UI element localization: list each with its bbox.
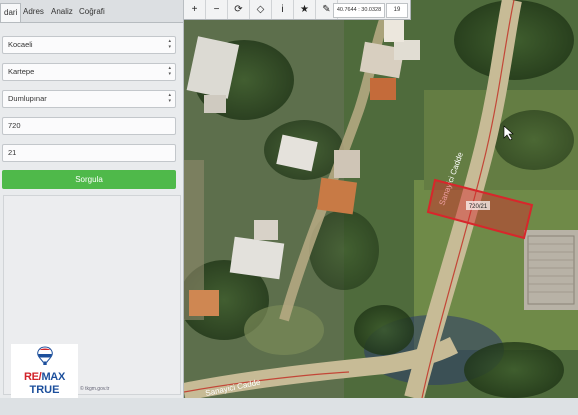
district-select[interactable]: Kartepe — [2, 63, 176, 81]
query-panel: dari Adres Analiz Coğrafi Kocaeli Kartep… — [0, 0, 184, 400]
info-button[interactable]: i — [272, 0, 294, 19]
coordinate-readout: 40.7644 : 30.0328 — [333, 3, 385, 18]
data-source-text: © tkgm.gov.tr — [80, 386, 110, 392]
locate-icon: ◇ — [256, 4, 265, 15]
remax-office-name: TRUE — [29, 384, 60, 396]
map-imagery[interactable]: Sanayici Cadde Sanayici Cadde 720/21 — [184, 0, 578, 398]
zoom-in-button[interactable]: + — [184, 0, 206, 19]
plus-icon: + — [191, 4, 198, 15]
refresh-button[interactable]: ⟳ — [228, 0, 250, 19]
locate-button[interactable]: ◇ — [250, 0, 272, 19]
parcel-label: 720/21 — [469, 204, 488, 210]
favorite-button[interactable]: ★ — [294, 0, 316, 19]
remax-wordmark: RE/MAX — [24, 371, 65, 383]
tab-bar: dari Adres Analiz Coğrafi — [0, 0, 183, 23]
satellite-map[interactable]: Sanayici Cadde Sanayici Cadde 720/21 — [184, 0, 578, 398]
tab-idari[interactable]: dari — [0, 3, 22, 22]
query-button[interactable]: Sorgula — [2, 170, 176, 189]
tab-cografi[interactable]: Coğrafi — [76, 3, 108, 22]
block-input[interactable]: 720 — [2, 117, 176, 135]
balloon-icon — [37, 346, 53, 365]
remax-logo: RE/MAX TRUE — [11, 344, 78, 400]
window-bottom-edge — [0, 398, 578, 415]
province-select[interactable]: Kocaeli — [2, 36, 176, 54]
parcel-input[interactable]: 21 — [2, 144, 176, 162]
zoom-level: 19 — [386, 3, 408, 18]
zoom-out-button[interactable]: − — [206, 0, 228, 19]
tab-adres[interactable]: Adres — [20, 3, 47, 22]
minus-icon: − — [213, 4, 220, 15]
draw-icon: ✎ — [322, 4, 331, 15]
neighborhood-select[interactable]: Dumlupınar — [2, 90, 176, 108]
star-icon: ★ — [300, 4, 309, 15]
refresh-icon: ⟳ — [234, 4, 243, 15]
tab-analiz[interactable]: Analiz — [48, 3, 76, 22]
info-icon: i — [281, 4, 284, 15]
